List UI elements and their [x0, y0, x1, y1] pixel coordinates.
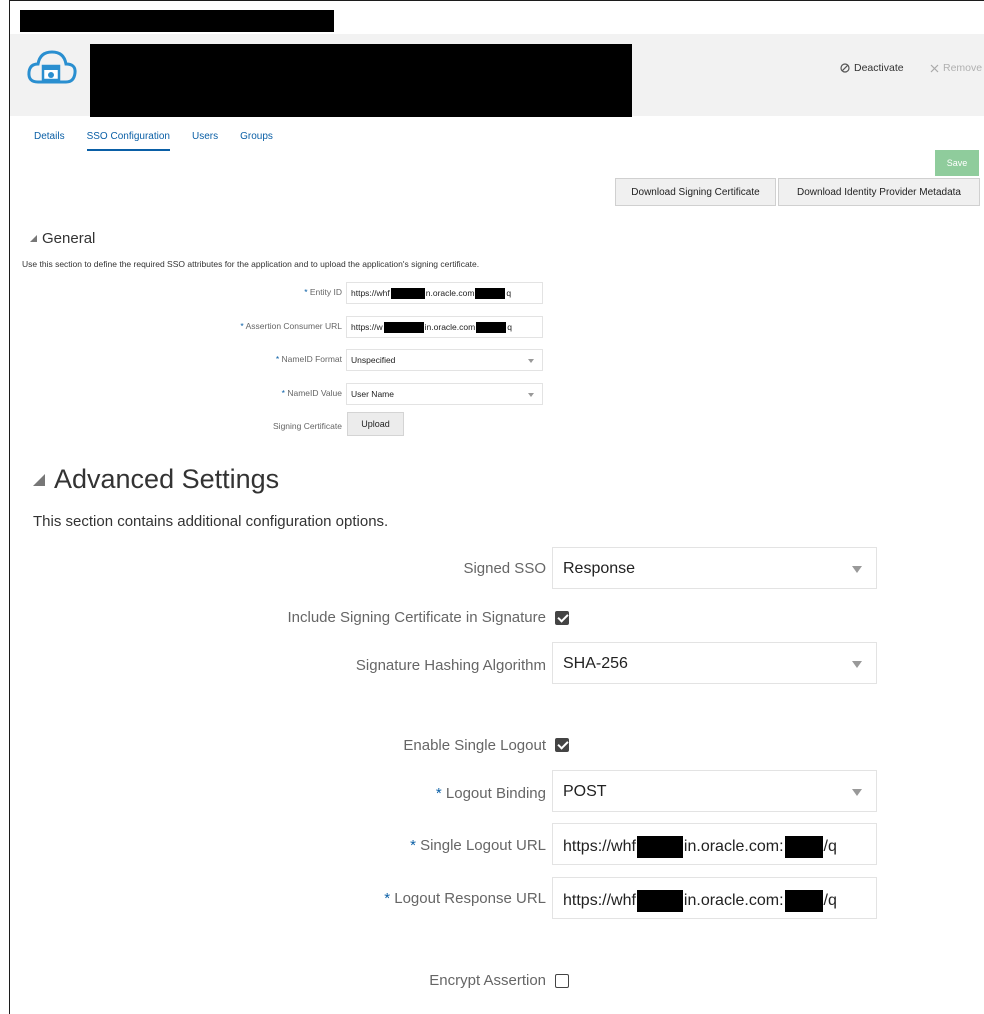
upload-button[interactable]: Upload [347, 412, 404, 436]
advanced-description: This section contains additional configu… [33, 513, 389, 530]
nameid-format-select[interactable]: Unspecified [346, 349, 543, 371]
general-section-title: General [42, 230, 96, 247]
general-section-toggle[interactable]: General [30, 230, 95, 247]
encrypt-assertion-label: Encrypt Assertion [429, 972, 546, 989]
deactivate-button[interactable]: Deactivate [840, 62, 904, 74]
nameid-value-label: * NameID Value [281, 388, 342, 398]
nameid-value-select[interactable]: User Name [346, 383, 543, 405]
app-header: Deactivate Remove [10, 34, 984, 117]
ban-icon [840, 63, 850, 73]
tab-groups[interactable]: Groups [240, 131, 273, 151]
enable-single-logout-checkbox[interactable] [555, 738, 569, 752]
deactivate-label: Deactivate [854, 62, 904, 74]
remove-button[interactable]: Remove [930, 62, 982, 74]
chevron-down-icon [528, 359, 534, 363]
enable-single-logout-label: Enable Single Logout [403, 737, 546, 754]
tab-bar: Details SSO Configuration Users Groups [34, 131, 295, 151]
download-signing-certificate-button[interactable]: Download Signing Certificate [615, 178, 776, 206]
signed-sso-select[interactable]: Response [552, 547, 877, 589]
signature-hashing-algorithm-label: Signature Hashing Algorithm [355, 657, 546, 674]
single-logout-url-label: * Single Logout URL [410, 837, 546, 854]
nameid-format-label: * NameID Format [275, 354, 342, 364]
logout-response-url-label: * Logout Response URL [384, 890, 546, 907]
assertion-consumer-url-input[interactable]: https://w in.oracle.com q [346, 316, 543, 338]
collapse-triangle-icon [30, 235, 37, 242]
advanced-section-title: Advanced Settings [54, 464, 280, 494]
save-button[interactable]: Save [935, 150, 979, 176]
chevron-down-icon [852, 566, 862, 573]
signature-hashing-algorithm-select[interactable]: SHA-256 [552, 642, 877, 684]
chevron-down-icon [528, 393, 534, 397]
redacted-app-name [90, 44, 632, 117]
tab-users[interactable]: Users [192, 131, 218, 151]
logout-response-url-input[interactable]: https://whf in.oracle.com:/q [552, 877, 877, 919]
single-logout-url-input[interactable]: https://whf in.oracle.com:/q [552, 823, 877, 865]
advanced-section-toggle[interactable]: Advanced Settings [33, 464, 279, 495]
redacted-block [20, 10, 334, 32]
signing-certificate-label: Signing Certificate [273, 421, 342, 431]
logout-binding-select[interactable]: POST [552, 770, 877, 812]
entity-id-input[interactable]: https://whf n.oracle.com q [346, 282, 543, 304]
collapse-triangle-icon [33, 473, 45, 486]
assertion-consumer-url-label: * Assertion Consumer URL [240, 321, 342, 331]
close-icon [930, 64, 939, 72]
chevron-down-icon [852, 661, 862, 668]
include-signing-certificate-checkbox[interactable] [555, 611, 569, 625]
remove-label: Remove [943, 62, 983, 74]
tab-sso-configuration[interactable]: SSO Configuration [86, 131, 170, 151]
chevron-down-icon [852, 789, 862, 796]
download-idp-metadata-button[interactable]: Download Identity Provider Metadata [778, 178, 980, 206]
tab-details[interactable]: Details [34, 131, 65, 151]
include-signing-certificate-label: Include Signing Certificate in Signature [287, 609, 547, 626]
encrypt-assertion-checkbox[interactable] [555, 974, 569, 988]
logout-binding-label: * Logout Binding [435, 785, 546, 802]
entity-id-label: * Entity ID [304, 287, 342, 297]
cloud-app-icon [27, 50, 77, 84]
general-description: Use this section to define the required … [22, 259, 480, 269]
signed-sso-label: Signed SSO [463, 560, 546, 577]
